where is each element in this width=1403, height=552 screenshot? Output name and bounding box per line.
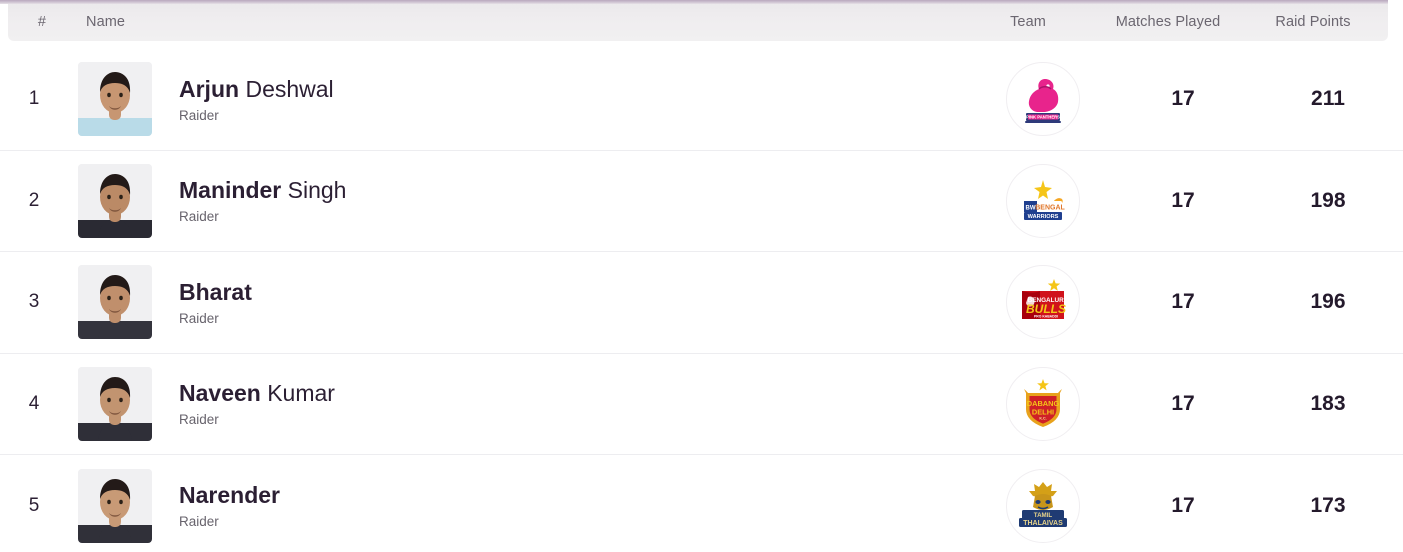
column-header-team[interactable]: Team xyxy=(958,14,1098,30)
matches-played-value: 17 xyxy=(1171,188,1195,212)
column-header-matches[interactable]: Matches Played xyxy=(1098,14,1238,30)
player-name-block: Maninder Singh Raider xyxy=(152,177,346,224)
row-rank: 1 xyxy=(28,88,40,110)
team-cell[interactable]: BW BENGAL WARRIORS xyxy=(973,163,1113,238)
player-name-block: Bharat Raider xyxy=(152,279,252,326)
svg-text:WARRIORS: WARRIORS xyxy=(1028,214,1059,220)
player-cell[interactable]: Naveen Kumar Raider xyxy=(68,366,973,441)
leaderboard-table: # Name Team Matches Played Raid Points 1… xyxy=(0,0,1403,552)
player-name: Narender xyxy=(179,482,280,508)
player-last-name: Kumar xyxy=(267,380,335,407)
raid-points-value: 198 xyxy=(1310,188,1346,212)
team-cell[interactable]: PINK PANTHERS xyxy=(973,62,1113,137)
bengal-warriors-logo: BW BENGAL WARRIORS xyxy=(1006,163,1080,238)
player-name-block: Naveen Kumar Raider xyxy=(152,380,335,427)
matches-played-value: 17 xyxy=(1171,87,1195,111)
row-rank: 2 xyxy=(28,189,40,211)
player-first-name: Narender xyxy=(179,482,280,509)
player-first-name: Maninder xyxy=(179,177,282,204)
svg-text:DELHI: DELHI xyxy=(1032,407,1054,416)
matches-played-value: 17 xyxy=(1171,391,1195,415)
player-first-name: Arjun xyxy=(179,75,240,102)
team-cell[interactable]: BENGALURU BULLS PRO KABADDI xyxy=(973,265,1113,340)
player-first-name: Bharat xyxy=(179,278,252,305)
player-role: Raider xyxy=(179,209,219,225)
top-accent-bar xyxy=(0,0,1388,4)
raid-points-value: 173 xyxy=(1310,493,1346,517)
player-photo-icon xyxy=(78,265,152,340)
row-rank: 5 xyxy=(28,494,40,516)
player-name: Naveen Kumar xyxy=(179,380,335,406)
raid-points-value: 196 xyxy=(1310,290,1346,314)
matches-played-value: 17 xyxy=(1171,493,1195,517)
raid-points-value: 183 xyxy=(1310,391,1346,415)
player-photo-icon xyxy=(78,163,152,238)
team-cell[interactable]: TAMIL THALAIVAS xyxy=(973,468,1113,543)
player-photo-icon xyxy=(78,366,152,441)
jaipur-pink-panthers-logo: PINK PANTHERS xyxy=(1006,62,1080,137)
svg-text:PRO KABADDI: PRO KABADDI xyxy=(1034,315,1058,319)
column-header-rank[interactable]: # xyxy=(8,14,76,30)
player-last-name: Deshwal xyxy=(245,75,334,102)
table-header-row: # Name Team Matches Played Raid Points xyxy=(8,3,1388,41)
column-header-name[interactable]: Name xyxy=(76,14,958,30)
player-name-block: Narender Raider xyxy=(152,482,280,529)
table-row[interactable]: 3 Bharat Raider BENGALURU BULLS PRO KABA… xyxy=(0,252,1403,354)
row-rank: 4 xyxy=(28,392,40,414)
table-row[interactable]: 2 Maninder Singh Raider BW BENGAL WARRIO… xyxy=(0,150,1403,252)
player-cell[interactable]: Narender Raider xyxy=(68,468,973,543)
table-body: 1 Arjun Deshwal Raider PINK PANTHERS 17 … xyxy=(0,49,1403,552)
team-cell[interactable]: DABANG DELHI K.C. xyxy=(973,366,1113,441)
svg-text:PINK PANTHERS: PINK PANTHERS xyxy=(1026,115,1060,120)
player-cell[interactable]: Arjun Deshwal Raider xyxy=(68,62,973,137)
column-header-raid-points[interactable]: Raid Points xyxy=(1238,14,1388,30)
player-role: Raider xyxy=(179,310,219,326)
row-rank: 3 xyxy=(28,291,40,313)
dabang-delhi-logo: DABANG DELHI K.C. xyxy=(1006,366,1080,441)
player-role: Raider xyxy=(179,514,219,530)
player-name: Arjun Deshwal xyxy=(179,76,334,102)
player-name: Maninder Singh xyxy=(179,177,346,203)
player-role: Raider xyxy=(179,107,219,123)
player-photo-icon xyxy=(78,62,152,137)
table-row[interactable]: 4 Naveen Kumar Raider DABANG DELHI K.C. … xyxy=(0,353,1403,455)
raid-points-value: 211 xyxy=(1311,87,1345,111)
player-cell[interactable]: Bharat Raider xyxy=(68,265,973,340)
svg-text:THALAIVAS: THALAIVAS xyxy=(1023,520,1063,527)
player-role: Raider xyxy=(179,412,219,428)
player-name-block: Arjun Deshwal Raider xyxy=(152,76,334,123)
player-last-name: Singh xyxy=(287,177,347,204)
tamil-thalaivas-logo: TAMIL THALAIVAS xyxy=(1006,468,1080,543)
player-name: Bharat xyxy=(179,279,252,305)
table-row[interactable]: 5 Narender Raider TAMIL THALAIVAS 17 173 xyxy=(0,455,1403,552)
player-first-name: Naveen xyxy=(179,380,261,407)
svg-text:TAMIL: TAMIL xyxy=(1034,512,1053,519)
matches-played-value: 17 xyxy=(1171,290,1195,314)
svg-text:K.C.: K.C. xyxy=(1039,416,1046,420)
player-photo-icon xyxy=(78,468,152,543)
player-cell[interactable]: Maninder Singh Raider xyxy=(68,163,973,238)
bengaluru-bulls-logo: BENGALURU BULLS PRO KABADDI xyxy=(1006,265,1080,340)
svg-text:BENGAL: BENGAL xyxy=(1035,204,1065,211)
table-row[interactable]: 1 Arjun Deshwal Raider PINK PANTHERS 17 … xyxy=(0,49,1403,151)
